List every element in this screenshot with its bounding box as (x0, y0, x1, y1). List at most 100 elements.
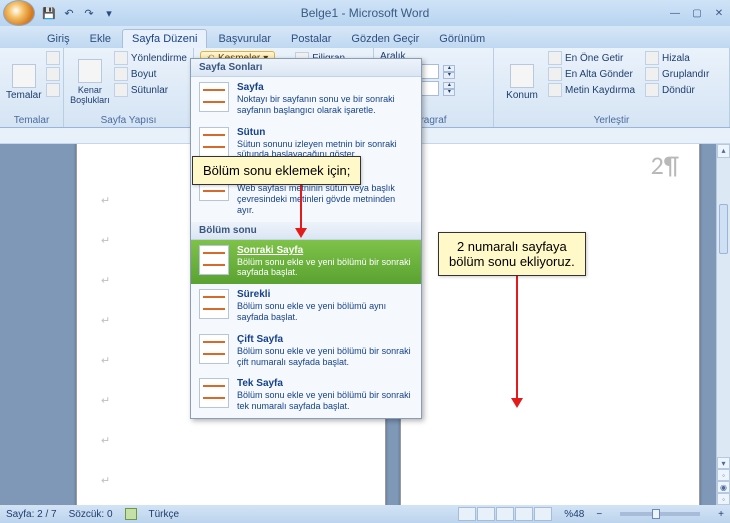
break-page-icon (199, 82, 229, 112)
text-wrap-icon (548, 83, 562, 97)
arrow-line-2 (516, 274, 518, 400)
spin-down[interactable]: ▾ (443, 72, 455, 79)
break-even-page-icon (199, 334, 229, 364)
view-full-screen[interactable] (477, 507, 495, 521)
margins-button[interactable]: Kenar Boşlukları (70, 51, 110, 113)
columns-icon (114, 83, 128, 97)
position-icon (510, 64, 534, 88)
orientation-button[interactable]: Yönlendirme (114, 51, 187, 65)
rotate-button[interactable]: Döndür (645, 83, 709, 97)
colors-icon (46, 51, 60, 65)
zoom-out-button[interactable]: − (596, 509, 602, 520)
page-2[interactable]: 2¶ Bölüm Sonu (Sonraki Sayfa) (400, 144, 700, 505)
break-next-page[interactable]: Sonraki SayfaBölüm sonu ekle ve yeni böl… (191, 240, 421, 285)
break-next-page-icon (199, 245, 229, 275)
qat-customize-icon[interactable]: ▾ (101, 5, 117, 21)
tab-page-layout[interactable]: Sayfa Düzeni (122, 29, 207, 48)
window-title: Belge1 - Microsoft Word (301, 6, 430, 20)
status-page[interactable]: Sayfa: 2 / 7 (6, 509, 57, 520)
theme-colors-button[interactable] (46, 51, 60, 65)
zoom-level[interactable]: %48 (564, 509, 584, 520)
rotate-icon (645, 83, 659, 97)
callout-adding-to-page-2: 2 numaralı sayfaya bölüm sonu ekliyoruz. (438, 232, 586, 276)
view-print-layout[interactable] (458, 507, 476, 521)
orientation-icon (114, 51, 128, 65)
spin-down[interactable]: ▾ (443, 89, 455, 96)
view-draft[interactable] (534, 507, 552, 521)
columns-button[interactable]: Sütunlar (114, 83, 187, 97)
view-buttons (458, 507, 552, 521)
break-continuous[interactable]: SürekliBölüm sonu ekle ve yeni bölümü ay… (191, 284, 421, 329)
size-icon (114, 67, 128, 81)
theme-fonts-button[interactable] (46, 67, 60, 81)
tab-mailings[interactable]: Postalar (282, 30, 340, 48)
margins-icon (78, 59, 102, 83)
zoom-slider[interactable] (620, 512, 700, 516)
browse-object-button[interactable]: ◉ (717, 481, 730, 493)
maximize-button[interactable]: ▢ (686, 4, 708, 22)
break-page[interactable]: SayfaNoktayı bir sayfanın sonu ve bir so… (191, 77, 421, 122)
themes-group-label: Temalar (6, 113, 57, 126)
next-page-button[interactable]: ◦ (717, 493, 730, 505)
zoom-slider-knob[interactable] (652, 509, 660, 519)
align-button[interactable]: Hizala (645, 51, 709, 65)
page-setup-group-label: Sayfa Yapısı (70, 113, 187, 126)
redo-icon[interactable]: ↷ (81, 5, 97, 21)
tab-review[interactable]: Gözden Geçir (342, 30, 428, 48)
paragraph-marks: ↵↵↵↵↵↵↵↵ (101, 181, 110, 501)
bring-front-icon (548, 51, 562, 65)
status-language[interactable]: Türkçe (149, 509, 180, 520)
group-icon (645, 67, 659, 81)
arrow-head-1 (295, 228, 307, 238)
view-web-layout[interactable] (496, 507, 514, 521)
size-button[interactable]: Boyut (114, 67, 187, 81)
break-continuous-icon (199, 289, 229, 319)
scroll-thumb[interactable] (719, 204, 728, 254)
save-icon[interactable]: 💾 (41, 5, 57, 21)
spin-up[interactable]: ▴ (443, 65, 455, 72)
breaks-gallery: Sayfa Sonları SayfaNoktayı bir sayfanın … (190, 58, 422, 419)
arrow-head-2 (511, 398, 523, 408)
zoom-in-button[interactable]: + (718, 509, 724, 520)
break-even-page[interactable]: Çift SayfaBölüm sonu ekle ve yeni bölümü… (191, 329, 421, 374)
position-button[interactable]: Konum (500, 51, 544, 113)
arrange-group-label: Yerleştir (500, 113, 723, 126)
break-column-icon (199, 127, 229, 157)
vertical-scrollbar: ▴ ▾ ◦ ◉ ◦ (716, 144, 730, 505)
status-bar: Sayfa: 2 / 7 Sözcük: 0 Türkçe %48 − + (0, 505, 730, 523)
arrow-line-1 (300, 180, 302, 230)
bring-front-button[interactable]: En Öne Getir (548, 51, 635, 65)
status-words[interactable]: Sözcük: 0 (69, 509, 113, 520)
tab-insert[interactable]: Ekle (81, 30, 120, 48)
tab-home[interactable]: Giriş (38, 30, 79, 48)
send-back-button[interactable]: En Alta Gönder (548, 67, 635, 81)
fonts-icon (46, 67, 60, 81)
quick-access-toolbar: 💾 ↶ ↷ ▾ (41, 5, 117, 21)
themes-icon (12, 64, 36, 88)
group-button[interactable]: Gruplandır (645, 67, 709, 81)
office-button[interactable] (3, 0, 35, 26)
minimize-button[interactable]: — (664, 4, 686, 22)
send-back-icon (548, 67, 562, 81)
break-odd-page-icon (199, 378, 229, 408)
undo-icon[interactable]: ↶ (61, 5, 77, 21)
view-outline[interactable] (515, 507, 533, 521)
gallery-header-page-breaks: Sayfa Sonları (191, 59, 421, 77)
align-icon (645, 51, 659, 65)
ribbon-tabs: Giriş Ekle Sayfa Düzeni Başvurular Posta… (0, 26, 730, 48)
page-number-mark: 2¶ (651, 149, 679, 181)
spin-up[interactable]: ▴ (443, 82, 455, 89)
effects-icon (46, 83, 60, 97)
themes-button[interactable]: Temalar (6, 51, 42, 113)
theme-effects-button[interactable] (46, 83, 60, 97)
scroll-down-button[interactable]: ▾ (717, 457, 730, 469)
tab-view[interactable]: Görünüm (430, 30, 494, 48)
break-odd-page[interactable]: Tek SayfaBölüm sonu ekle ve yeni bölümü … (191, 373, 421, 418)
tab-references[interactable]: Başvurular (209, 30, 280, 48)
close-button[interactable]: ✕ (708, 4, 730, 22)
proofing-icon[interactable] (125, 508, 137, 520)
callout-add-section-break: Bölüm sonu eklemek için; (192, 156, 361, 185)
scroll-up-button[interactable]: ▴ (717, 144, 730, 158)
prev-page-button[interactable]: ◦ (717, 469, 730, 481)
text-wrap-button[interactable]: Metin Kaydırma (548, 83, 635, 97)
